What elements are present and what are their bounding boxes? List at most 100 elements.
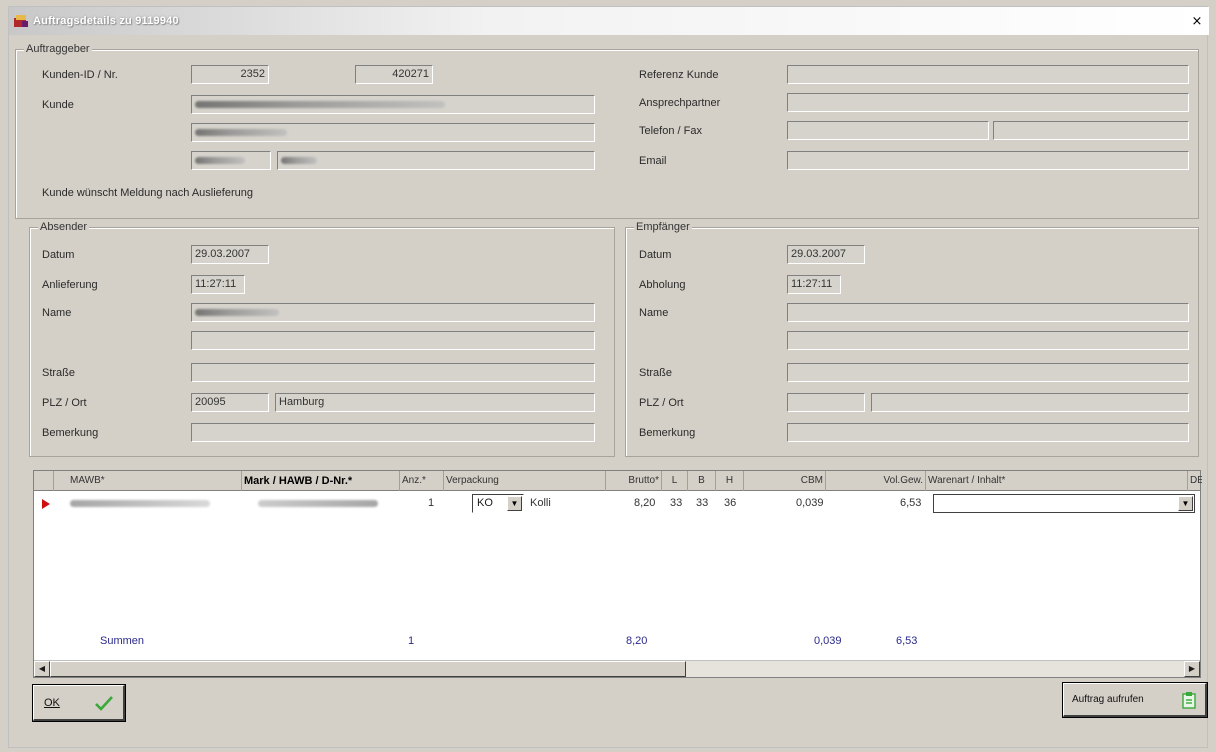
current-row-indicator — [42, 499, 50, 512]
redacted-text — [195, 129, 287, 136]
kunde-ort-field[interactable] — [277, 151, 595, 170]
empfaenger-strasse-label: Straße — [639, 367, 673, 379]
summen-anz: 1 — [408, 635, 415, 647]
row-volgew[interactable]: 6,53 — [900, 497, 921, 509]
row-mawb[interactable] — [70, 497, 230, 510]
col-mawb[interactable]: MAWB* — [54, 471, 242, 491]
auftrag-aufrufen-button[interactable]: Auftrag aufrufen — [1062, 682, 1208, 718]
window-title: Auftragsdetails zu 9119940 — [33, 15, 179, 27]
empfaenger-plz-field[interactable] — [787, 393, 865, 412]
empfaenger-legend: Empfänger — [634, 221, 692, 233]
absender-name-field[interactable] — [191, 303, 595, 322]
referenz-field[interactable] — [787, 65, 1189, 84]
row-anz[interactable]: 1 — [428, 497, 434, 509]
scroll-right-icon[interactable]: ▶ — [1184, 661, 1200, 677]
absender-bemerkung-label: Bemerkung — [42, 427, 99, 439]
chevron-down-icon[interactable]: ▼ — [507, 496, 522, 511]
title-bar[interactable]: Auftragsdetails zu 9119940 × — [9, 7, 1209, 35]
absender-legend: Absender — [38, 221, 90, 233]
kunden-nr-field[interactable]: 420271 — [355, 65, 433, 84]
scroll-thumb[interactable] — [50, 661, 686, 677]
redacted-text — [195, 309, 279, 316]
row-brutto[interactable]: 8,20 — [634, 497, 655, 509]
col-warenart[interactable]: Warenart / Inhalt* — [926, 471, 1188, 491]
empfaenger-bemerkung-label: Bemerkung — [639, 427, 696, 439]
absender-datum-label: Datum — [42, 249, 75, 261]
row-verpackung-text: Kolli — [530, 497, 551, 509]
empfaenger-plz-label: PLZ / Ort — [639, 397, 684, 409]
anlieferung-field[interactable]: 11:27:11 — [191, 275, 245, 294]
col-cbm[interactable]: CBM — [744, 471, 826, 491]
redacted-text — [281, 157, 317, 164]
ansprechpartner-field[interactable] — [787, 93, 1189, 112]
ok-label: OK — [44, 697, 60, 709]
abholung-field[interactable]: 11:27:11 — [787, 275, 841, 294]
summen-brutto: 8,20 — [626, 635, 648, 647]
empfaenger-ort-field[interactable] — [871, 393, 1189, 412]
row-cbm[interactable]: 0,039 — [796, 497, 824, 509]
empfaenger-name-field[interactable] — [787, 303, 1189, 322]
col-mark[interactable]: Mark / HAWB / D-Nr.* — [242, 471, 400, 491]
empfaenger-strasse-field[interactable] — [787, 363, 1189, 382]
col-l[interactable]: L — [662, 471, 688, 491]
absender-strasse-label: Straße — [42, 367, 76, 379]
kunden-id-field[interactable]: 2352 — [191, 65, 269, 84]
absender-name2-field[interactable] — [191, 331, 595, 350]
app-icon — [13, 13, 29, 29]
scroll-left-icon[interactable]: ◀ — [34, 661, 50, 677]
abholung-label: Abholung — [639, 279, 686, 291]
horizontal-scrollbar[interactable]: ◀ ▶ — [34, 660, 1200, 677]
warenart-select[interactable]: ▼ — [933, 494, 1195, 513]
meldung-text: Kunde wünscht Meldung nach Auslieferung — [42, 187, 253, 199]
referenz-label: Referenz Kunde — [639, 69, 719, 81]
verpackung-code: KO — [477, 497, 493, 509]
row-l[interactable]: 33 — [670, 497, 682, 509]
verpackung-select[interactable]: KO ▼ — [472, 494, 524, 513]
telefon-field[interactable] — [787, 121, 989, 140]
col-b[interactable]: B — [688, 471, 716, 491]
grid-header: MAWB* Mark / HAWB / D-Nr.* Anz.* Verpack… — [34, 471, 1202, 491]
absender-ort-field[interactable]: Hamburg — [275, 393, 595, 412]
auftraggeber-legend: Auftraggeber — [24, 43, 92, 55]
clipboard-icon — [1181, 691, 1197, 712]
chevron-down-icon[interactable]: ▼ — [1178, 496, 1193, 511]
positions-grid: MAWB* Mark / HAWB / D-Nr.* Anz.* Verpack… — [33, 470, 1202, 678]
kunde-strasse-field[interactable] — [191, 123, 595, 142]
summen-volgew: 6,53 — [896, 635, 918, 647]
redacted-text — [258, 500, 378, 507]
col-de[interactable]: DE — [1188, 471, 1202, 491]
absender-datum-field[interactable]: 29.03.2007 — [191, 245, 269, 264]
ok-button[interactable]: OK — [32, 684, 126, 722]
email-label: Email — [639, 155, 667, 167]
telefon-label: Telefon / Fax — [639, 125, 702, 137]
redacted-text — [70, 500, 210, 507]
empfaenger-datum-label: Datum — [639, 249, 672, 261]
kunde-name-field[interactable] — [191, 95, 595, 114]
col-anz[interactable]: Anz.* — [400, 471, 444, 491]
col-verpackung[interactable]: Verpackung — [444, 471, 606, 491]
absender-plz-field[interactable]: 20095 — [191, 393, 269, 412]
absender-strasse-field[interactable] — [191, 363, 595, 382]
email-field[interactable] — [787, 151, 1189, 170]
close-button[interactable]: × — [1189, 15, 1205, 31]
absender-name-label: Name — [42, 307, 72, 319]
col-volgew[interactable]: Vol.Gew. — [826, 471, 926, 491]
absender-bemerkung-field[interactable] — [191, 423, 595, 442]
empfaenger-name2-field[interactable] — [787, 331, 1189, 350]
col-brutto[interactable]: Brutto* — [606, 471, 662, 491]
fax-field[interactable] — [993, 121, 1189, 140]
row-b[interactable]: 33 — [696, 497, 708, 509]
kunde-plz-field[interactable] — [191, 151, 271, 170]
empfaenger-datum-field[interactable]: 29.03.2007 — [787, 245, 865, 264]
row-h[interactable]: 36 — [724, 497, 736, 509]
summen-cbm: 0,039 — [814, 635, 842, 647]
checkmark-icon — [94, 694, 114, 715]
col-h[interactable]: H — [716, 471, 744, 491]
anlieferung-label: Anlieferung — [42, 279, 98, 291]
col-indicator — [34, 471, 54, 491]
row-mark[interactable] — [258, 497, 378, 510]
empfaenger-bemerkung-field[interactable] — [787, 423, 1189, 442]
auftrag-aufrufen-label: Auftrag aufrufen — [1072, 694, 1144, 705]
absender-plz-label: PLZ / Ort — [42, 397, 87, 409]
order-details-window: Auftragsdetails zu 9119940 × Auftraggebe… — [8, 6, 1209, 748]
